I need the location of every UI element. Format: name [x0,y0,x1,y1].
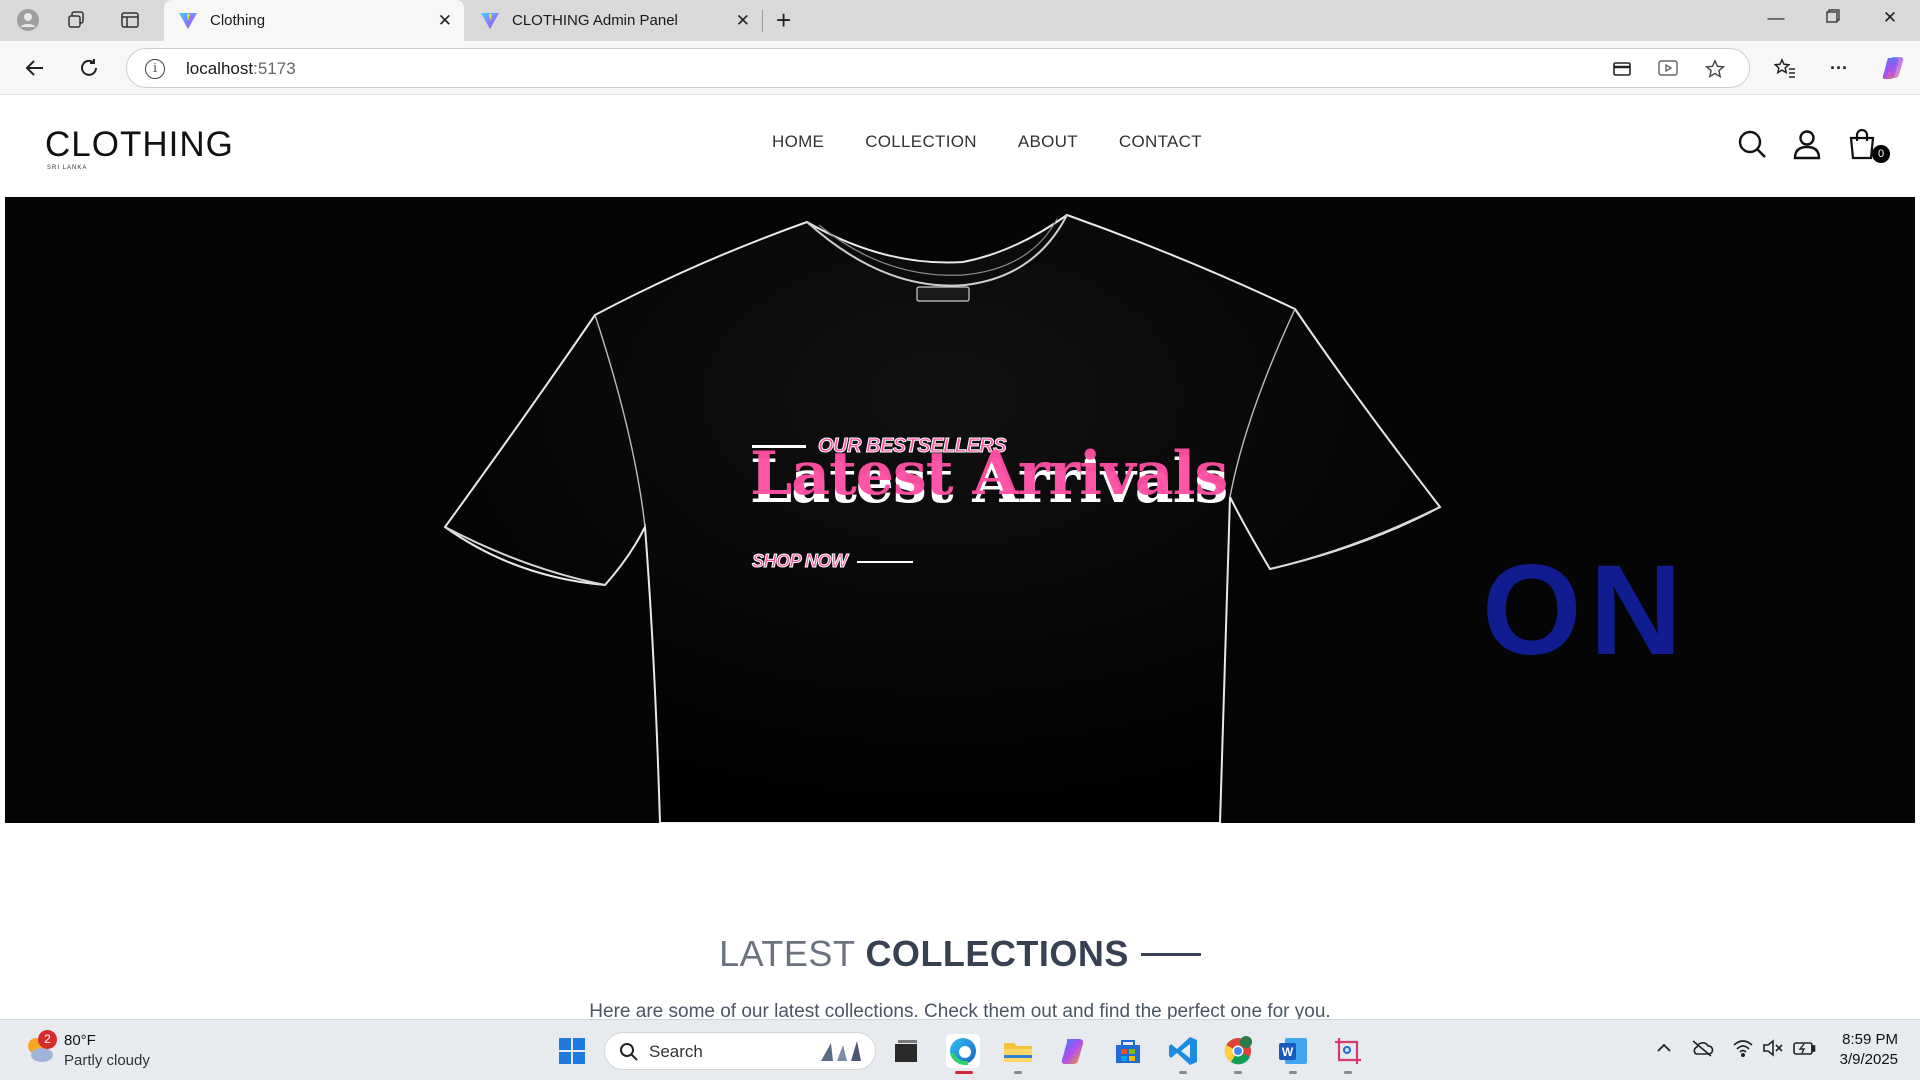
reload-icon[interactable] [76,55,102,81]
chrome-icon[interactable] [1221,1034,1255,1068]
profile-icon[interactable] [16,8,40,32]
browser-toolbar: i localhost:5173 ··· [0,41,1920,95]
card-icon[interactable] [1611,58,1633,80]
shop-now-button[interactable]: SHOP NOW [751,551,914,572]
hero-ghost-text: ON [1482,539,1690,682]
nav-contact[interactable]: CONTACT [1119,132,1202,152]
vite-favicon-icon [481,12,499,29]
wifi-icon[interactable] [1732,1039,1754,1062]
volume-muted-icon[interactable] [1762,1039,1784,1062]
running-indicator [1179,1071,1187,1074]
windows-start-icon[interactable] [555,1034,589,1068]
tab-actions-icon[interactable] [118,8,142,32]
show-hidden-icons-icon[interactable] [1655,1039,1673,1062]
edge-browser-icon[interactable] [946,1034,980,1068]
vscode-icon[interactable] [1166,1034,1200,1068]
onedrive-offline-icon[interactable] [1690,1039,1714,1062]
site-logo[interactable]: CLOTHING SRI LANKA [45,125,234,171]
logo-text: CLOTHING [45,125,234,164]
microsoft-store-icon[interactable] [1111,1034,1145,1068]
search-icon[interactable] [1736,128,1768,160]
back-icon[interactable] [22,55,48,81]
search-highlight-icon [821,1041,861,1061]
url-text[interactable]: localhost:5173 [186,59,296,79]
hero-title: Latest Arrivals [750,439,1228,509]
svg-text:W: W [1282,1045,1294,1059]
latest-collections-subtitle: Here are some of our latest collections.… [589,1001,1331,1019]
windows-taskbar: 2 80°F Partly cloudy Search W 8:59 PM 3/… [0,1019,1920,1080]
shop-now-label: SHOP NOW [751,551,848,572]
vite-favicon-icon [179,12,197,29]
close-window-icon[interactable]: ✕ [1875,8,1905,28]
clock-time: 8:59 PM [1842,1031,1898,1048]
cta-line [857,560,914,563]
title-dash [1140,952,1201,956]
tab-title: Clothing [210,12,266,29]
title-light: LATEST [719,933,856,974]
file-explorer-icon[interactable] [1001,1034,1035,1068]
tab-title: CLOTHING Admin Panel [512,12,678,29]
running-indicator [1234,1071,1242,1074]
close-tab-icon[interactable]: ✕ [438,11,452,31]
minimize-icon[interactable]: — [1761,8,1791,28]
word-icon[interactable]: W [1276,1034,1310,1068]
taskbar-search[interactable]: Search [604,1032,876,1070]
web-page: CLOTHING SRI LANKA HOME COLLECTION ABOUT… [5,95,1915,1019]
edge-active-indicator [955,1071,973,1074]
main-nav: HOME COLLECTION ABOUT CONTACT [772,132,1202,152]
tab-separator [762,10,763,32]
restore-icon[interactable] [1818,8,1848,28]
running-indicator [1289,1071,1297,1074]
favorites-icon[interactable] [1772,55,1798,81]
search-icon [620,1043,638,1061]
browser-tab-bar: Clothing ✕ CLOTHING Admin Panel ✕ + — ✕ [0,0,1920,41]
more-options-icon[interactable]: ··· [1826,55,1852,81]
app-available-icon[interactable] [1657,58,1679,80]
nav-collection[interactable]: COLLECTION [865,132,977,152]
tab-admin-panel[interactable]: CLOTHING Admin Panel ✕ [466,0,762,41]
new-tab-icon[interactable]: + [776,7,791,33]
cart-count-badge: 0 [1872,145,1890,163]
copilot-app-icon[interactable] [1057,1034,1091,1068]
temperature: 80°F [64,1032,96,1049]
close-tab-icon[interactable]: ✕ [736,11,750,31]
clock-date: 3/9/2025 [1839,1051,1898,1068]
latest-collections-title: LATEST COLLECTIONS [5,933,1915,975]
weather-condition: Partly cloudy [64,1052,150,1069]
battery-charging-icon[interactable] [1792,1039,1816,1062]
logo-subtext: SRI LANKA [47,165,88,171]
search-placeholder: Search [649,1042,703,1061]
copilot-icon[interactable] [1880,55,1906,81]
weather-widget[interactable]: 2 80°F Partly cloudy [24,1030,204,1072]
site-info-icon[interactable]: i [145,59,165,79]
title-bold: COLLECTIONS [865,933,1129,974]
workspaces-icon[interactable] [64,8,88,32]
favorite-star-icon[interactable] [1704,58,1726,80]
tab-clothing[interactable]: Clothing ✕ [164,0,464,41]
nav-about[interactable]: ABOUT [1018,132,1078,152]
running-indicator [1014,1071,1022,1074]
hero-banner: ON OUR BESTSELLERS Latest Arrivals Lates… [5,197,1915,823]
snipping-tool-icon[interactable] [1331,1034,1365,1068]
running-indicator [1344,1071,1352,1074]
weather-alert-badge: 2 [38,1030,57,1049]
profile-icon[interactable] [1791,128,1823,160]
address-bar[interactable]: i localhost:5173 [126,48,1750,88]
system-clock[interactable]: 8:59 PM 3/9/2025 [1816,1030,1898,1070]
nav-home[interactable]: HOME [772,132,824,152]
task-view-icon[interactable] [889,1034,923,1068]
